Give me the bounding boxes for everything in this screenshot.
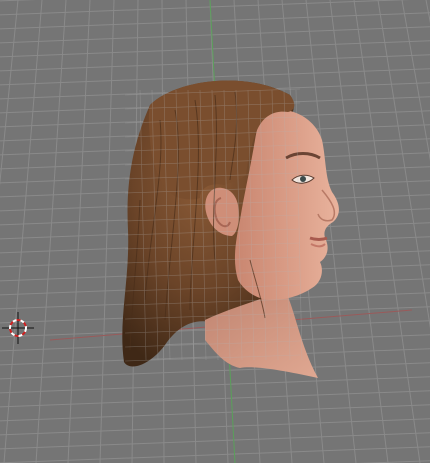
3d-cursor-icon[interactable] — [2, 312, 34, 344]
grid-line — [0, 390, 430, 408]
grid-line — [0, 376, 430, 394]
grid-line — [0, 446, 430, 463]
grid-line — [0, 0, 19, 187]
grid-line — [0, 40, 430, 58]
grid-line — [0, 404, 430, 422]
iris — [300, 176, 306, 182]
mouth — [309, 236, 328, 241]
3d-viewport[interactable] — [0, 0, 430, 463]
grid-line — [99, 0, 115, 463]
grid-line — [0, 54, 430, 72]
grid-line — [0, 418, 430, 436]
grid-line — [0, 0, 410, 16]
viewport-canvas[interactable] — [0, 0, 430, 463]
grid-line — [67, 0, 91, 463]
grid-line — [0, 432, 430, 450]
grid-line — [425, 0, 430, 24]
grid-line — [0, 362, 430, 380]
head-model[interactable] — [122, 80, 339, 378]
